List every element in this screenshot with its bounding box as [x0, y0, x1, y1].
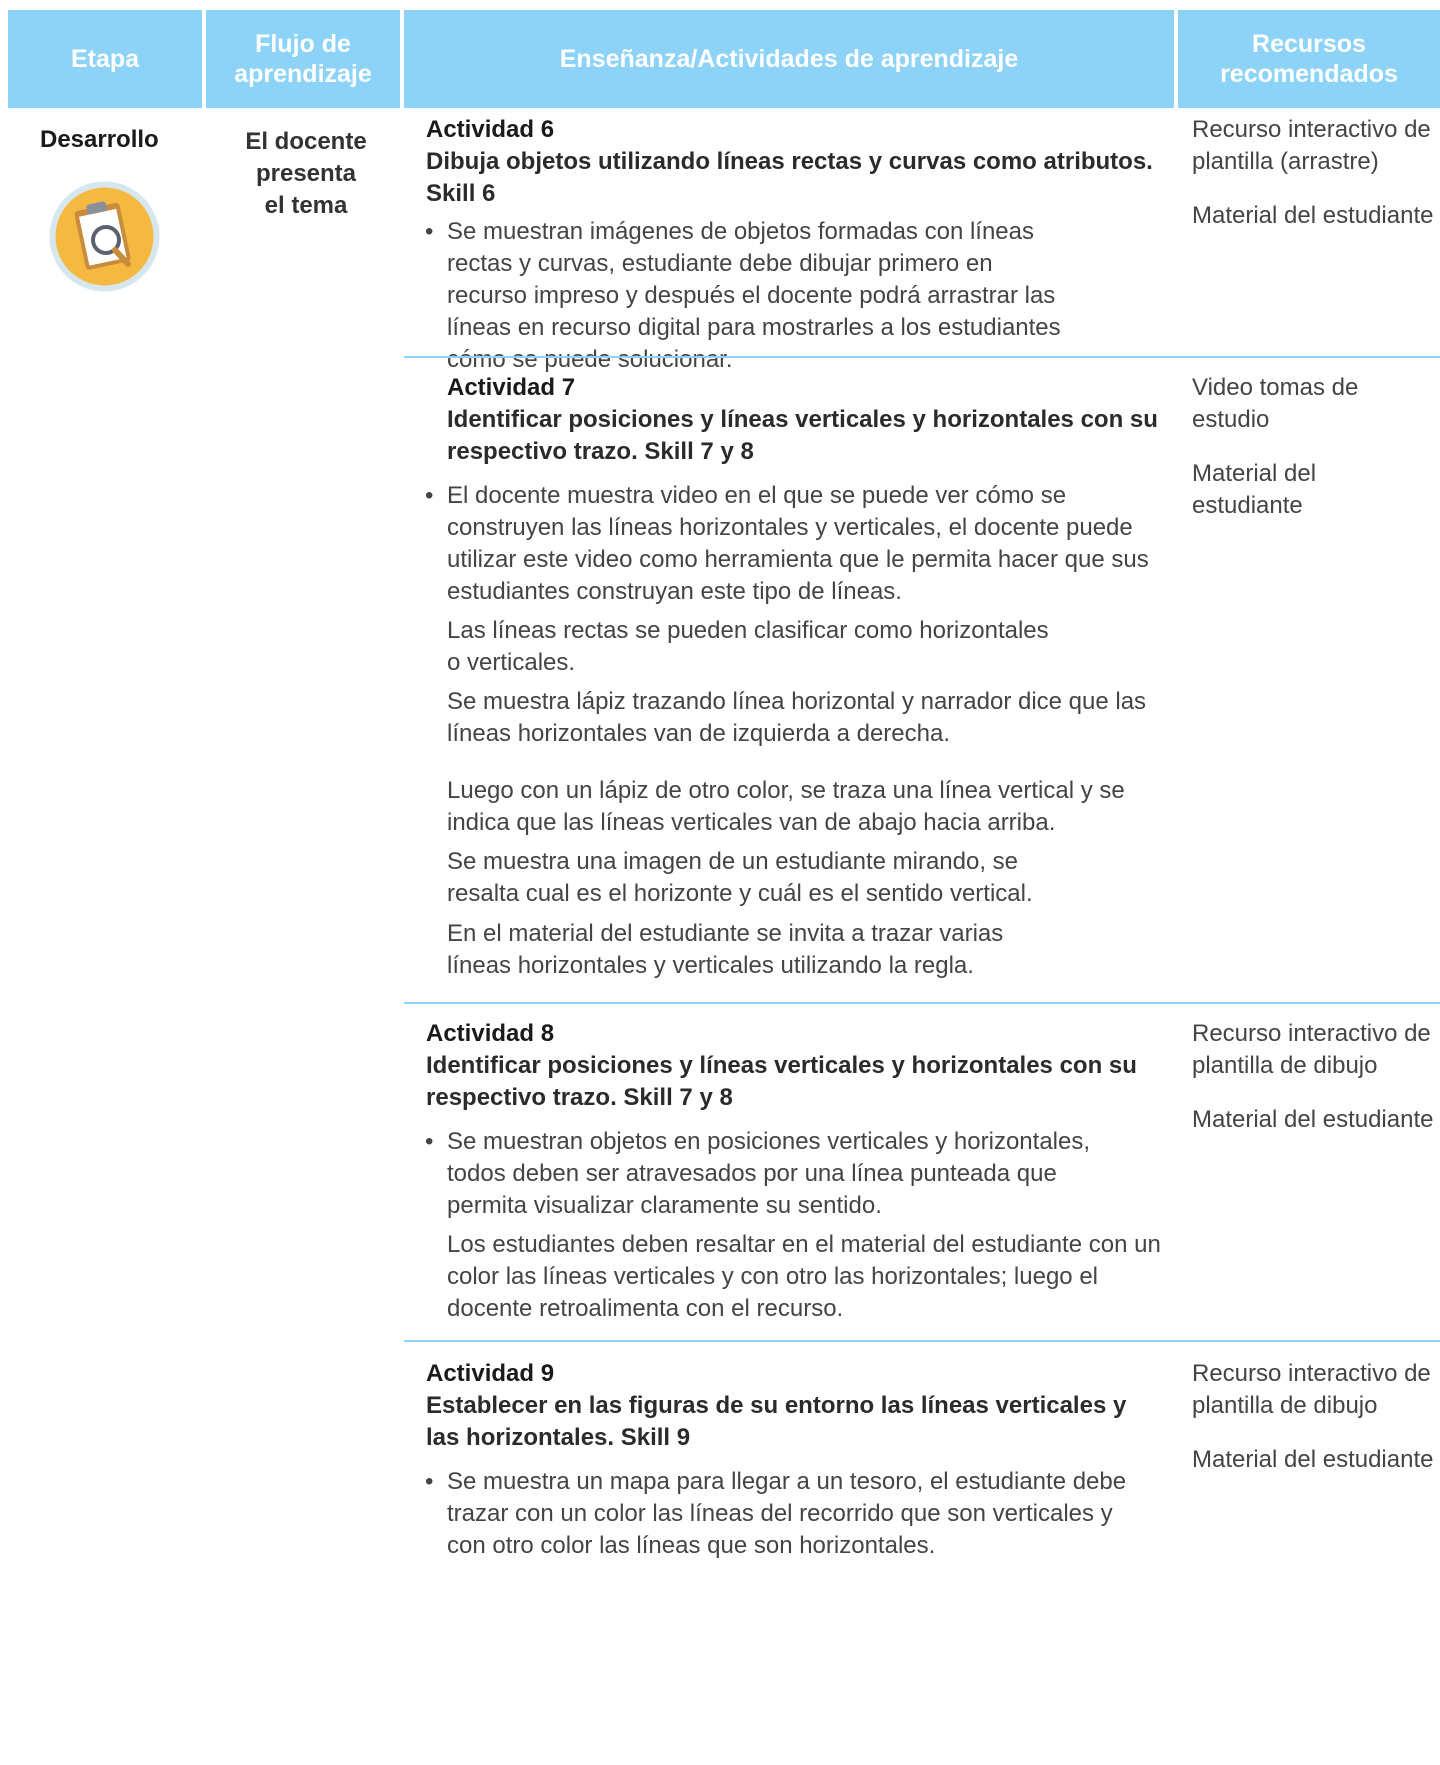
activity-paragraph: Se muestra lápiz trazando línea horizont…	[447, 688, 1147, 747]
resource-item: Material del estudiante	[1192, 460, 1317, 519]
activity-paragraph: Se muestran imágenes de objetos formadas…	[425, 216, 1067, 376]
activity-title: Actividad 8 Identificar posiciones y lín…	[426, 1018, 1156, 1114]
flow-line: presenta	[255, 160, 357, 187]
resource-item: Material del estudiante	[1192, 202, 1434, 229]
stage-label: Desarrollo	[40, 126, 159, 153]
activity-paragraph: Se muestran objetos en posiciones vertic…	[425, 1126, 1137, 1222]
resource-item: Video tomas de estudio	[1192, 374, 1359, 433]
resource-item: Recurso interactivo de plantilla de dibu…	[1192, 1360, 1431, 1419]
flow-line: el tema	[264, 192, 348, 219]
resources-list: Recurso interactivo de plantilla de dibu…	[1192, 1018, 1440, 1158]
header-teaching: Enseñanza/Actividades de aprendizaje	[404, 10, 1174, 108]
row-divider	[404, 1340, 1440, 1342]
resource-item: Recurso interactivo de plantilla (arrast…	[1192, 116, 1431, 175]
activity-description: Identificar posiciones y líneas vertical…	[426, 1052, 1137, 1111]
row-divider	[404, 356, 1440, 358]
header-flow-label: Flujo de aprendizaje	[234, 30, 372, 88]
resource-item: Recurso interactivo de plantilla de dibu…	[1192, 1020, 1431, 1079]
header-resources-label: Recursos recomendados	[1220, 30, 1398, 88]
resource-item: Material del estudiante	[1192, 1106, 1434, 1133]
activity-paragraph: Los estudiantes deben resaltar en el mat…	[447, 1231, 1161, 1322]
activity-title: Actividad 6 Dibuja objetos utilizando lí…	[426, 114, 1166, 210]
clipboard-magnifier-icon	[48, 180, 161, 293]
activity-7: Actividad 7 Identificar posiciones y lín…	[404, 372, 1440, 992]
activity-6: Actividad 6 Dibuja objetos utilizando lí…	[404, 114, 1440, 373]
activity-number: Actividad 6	[426, 116, 555, 143]
activity-number: Actividad 7	[447, 374, 576, 401]
activity-paragraph: Las líneas rectas se pueden clasificar c…	[447, 617, 1049, 676]
resources-list: Recurso interactivo de plantilla (arrast…	[1192, 114, 1440, 254]
header-flow: Flujo de aprendizaje	[206, 10, 400, 108]
activity-9: Actividad 9 Establecer en las figuras de…	[404, 1358, 1440, 1758]
activity-description: Identificar posiciones y líneas vertical…	[447, 406, 1158, 465]
activity-title: Actividad 7 Identificar posiciones y lín…	[447, 372, 1187, 468]
resource-item: Material del estudiante	[1192, 1446, 1434, 1473]
activity-8: Actividad 8 Identificar posiciones y lín…	[404, 1018, 1440, 1338]
row-divider	[404, 1002, 1440, 1004]
activity-description: Dibuja objetos utilizando líneas rectas …	[426, 148, 1153, 207]
activity-paragraph: En el material del estudiante se invita …	[447, 920, 1004, 979]
activity-paragraph: Se muestra un mapa para llegar a un teso…	[425, 1466, 1147, 1562]
activity-title: Actividad 9 Establecer en las figuras de…	[426, 1358, 1166, 1454]
flow-line: El docente	[245, 128, 367, 155]
table-header: Etapa Flujo de aprendizaje Enseñanza/Act…	[0, 10, 1440, 108]
activity-number: Actividad 9	[426, 1360, 555, 1387]
header-resources: Recursos recomendados	[1178, 10, 1440, 108]
activity-paragraph: Se muestra una imagen de un estudiante m…	[447, 848, 1033, 907]
header-stage: Etapa	[8, 10, 202, 108]
activity-number: Actividad 8	[426, 1020, 555, 1047]
activity-description: Establecer en las figuras de su entorno …	[426, 1392, 1127, 1451]
resources-list: Video tomas de estudio Material del estu…	[1192, 372, 1362, 544]
resources-list: Recurso interactivo de plantilla de dibu…	[1192, 1358, 1440, 1498]
activity-paragraph: Luego con un lápiz de otro color, se tra…	[447, 777, 1125, 836]
flow-label: El docente presenta el tema	[236, 126, 376, 222]
activity-paragraph: El docente muestra video en el que se pu…	[425, 480, 1177, 608]
